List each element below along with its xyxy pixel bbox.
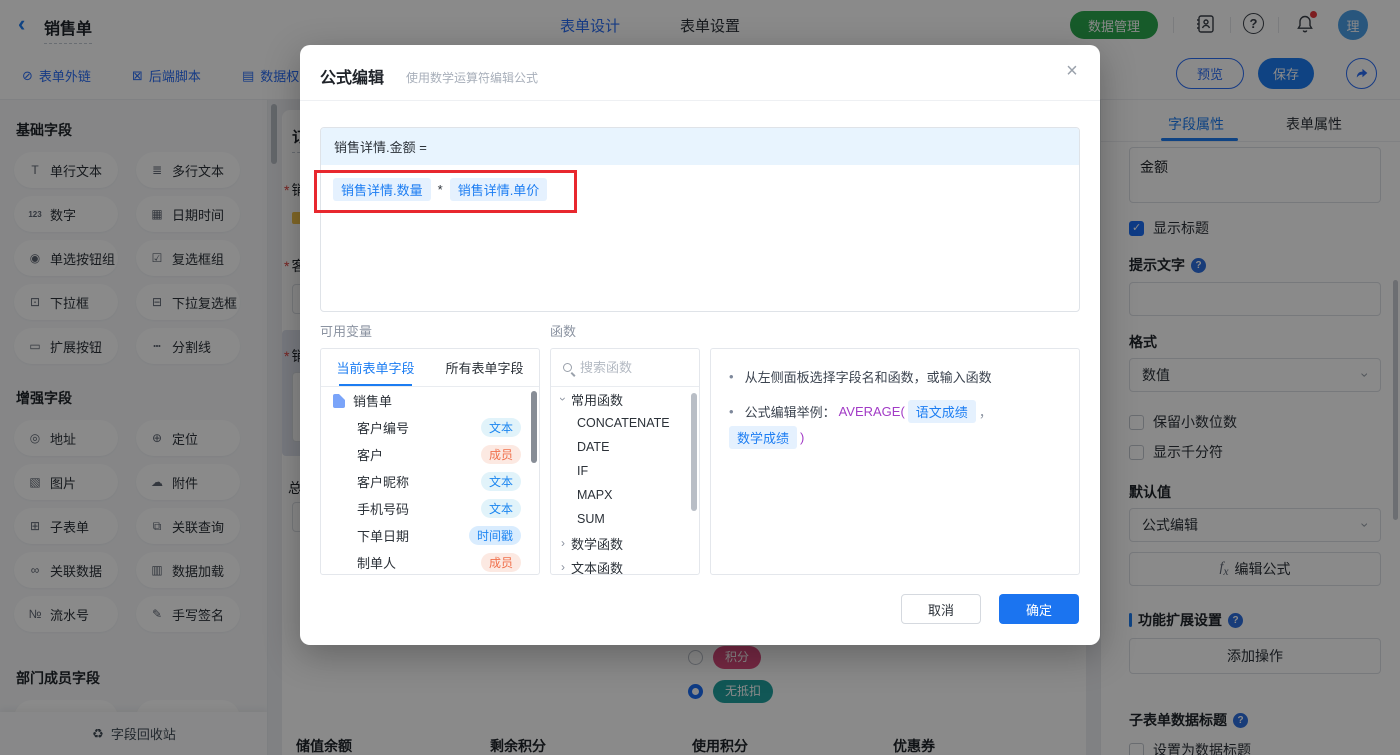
function-search (551, 349, 699, 387)
type-badge: 文本 (480, 472, 521, 491)
type-badge: 文本 (480, 499, 521, 518)
example-function-name: AVERAGE( (838, 404, 905, 419)
variable-item[interactable]: 客户编号 文本 (321, 414, 539, 441)
function-item-sum[interactable]: SUM (551, 507, 699, 531)
close-icon[interactable]: × (1058, 57, 1086, 85)
formula-edit-modal: 公式编辑 使用数学运算符编辑公式 × 销售详情.金额 = 销售详情.数量 * 销… (300, 45, 1100, 645)
function-search-input[interactable] (580, 360, 680, 375)
form-doc-icon (333, 393, 345, 408)
modal-title: 公式编辑 (320, 70, 385, 87)
cancel-button[interactable]: 取消 (901, 594, 981, 624)
type-badge: 时间戳 (468, 526, 521, 545)
type-badge: 成员 (480, 553, 521, 572)
variable-item[interactable]: 下单日期 时间戳 (321, 522, 539, 549)
example-chip-math-score: 数学成绩 (729, 426, 798, 449)
functions-panel: ›常用函数 CONCATENATE DATE IF MAPX SUM ›数学函数… (550, 348, 700, 575)
tab-all-form-fields[interactable]: 所有表单字段 (430, 349, 539, 386)
variables-section-label: 可用变量 (320, 324, 373, 339)
app-window: ‹ 销售单 表单设计 表单设置 数据管理 ? 理 ⊘ 表单外链 ⊠ 后端脚本 ▤ (0, 0, 1400, 755)
variables-scrollbar[interactable] (531, 391, 537, 463)
example-function-close: ) (800, 430, 805, 445)
variable-tree-root[interactable]: 销售单 (321, 387, 539, 414)
function-item-date[interactable]: DATE (551, 435, 699, 459)
tab-current-form-fields[interactable]: 当前表单字段 (321, 349, 430, 386)
functions-scrollbar[interactable] (691, 393, 697, 511)
type-badge: 文本 (480, 418, 521, 437)
variable-item[interactable]: 制单人 成员 (321, 549, 539, 574)
modal-subtitle: 使用数学运算符编辑公式 (406, 71, 539, 85)
function-item-mapx[interactable]: MAPX (551, 483, 699, 507)
tips-panel: 从左侧面板选择字段名和函数，或输入函数 公式编辑举例： AVERAGE( 语文成… (710, 348, 1080, 575)
variables-panel: 当前表单字段 所有表单字段 销售单 客户编号 文本 客户 成员 客户昵称 文本 手机号… (320, 348, 540, 575)
chevron-collapsed-icon: › (561, 536, 565, 550)
function-group-text[interactable]: › 文本函数 (551, 555, 699, 574)
chevron-expanded-icon: › (556, 397, 570, 401)
tip-line-2: 公式编辑举例： AVERAGE( 语文成绩 ， 数学成绩 ) (729, 400, 1061, 449)
function-item-concatenate[interactable]: CONCATENATE (551, 411, 699, 435)
formula-target: 销售详情.金额 = (321, 128, 1079, 165)
function-item-if[interactable]: IF (551, 459, 699, 483)
variable-item[interactable]: 客户昵称 文本 (321, 468, 539, 495)
tip-line-1: 从左侧面板选择字段名和函数，或输入函数 (729, 367, 1061, 386)
function-group-math[interactable]: › 数学函数 (551, 531, 699, 555)
variable-item[interactable]: 客户 成员 (321, 441, 539, 468)
confirm-button[interactable]: 确定 (999, 594, 1079, 624)
search-icon (563, 363, 572, 372)
chevron-collapsed-icon: › (561, 560, 565, 574)
divider (300, 100, 1100, 101)
type-badge: 成员 (480, 445, 521, 464)
variable-item[interactable]: 手机号码 文本 (321, 495, 539, 522)
example-chip-chinese-score: 语文成绩 (907, 400, 976, 423)
variables-tabs: 当前表单字段 所有表单字段 (321, 349, 539, 387)
formula-editor: 销售详情.金额 = 销售详情.数量 * 销售详情.单价 (320, 127, 1080, 312)
functions-section-label: 函数 (550, 324, 577, 339)
annotation-highlight-box (314, 170, 577, 213)
function-group-common[interactable]: › 常用函数 (551, 387, 699, 411)
